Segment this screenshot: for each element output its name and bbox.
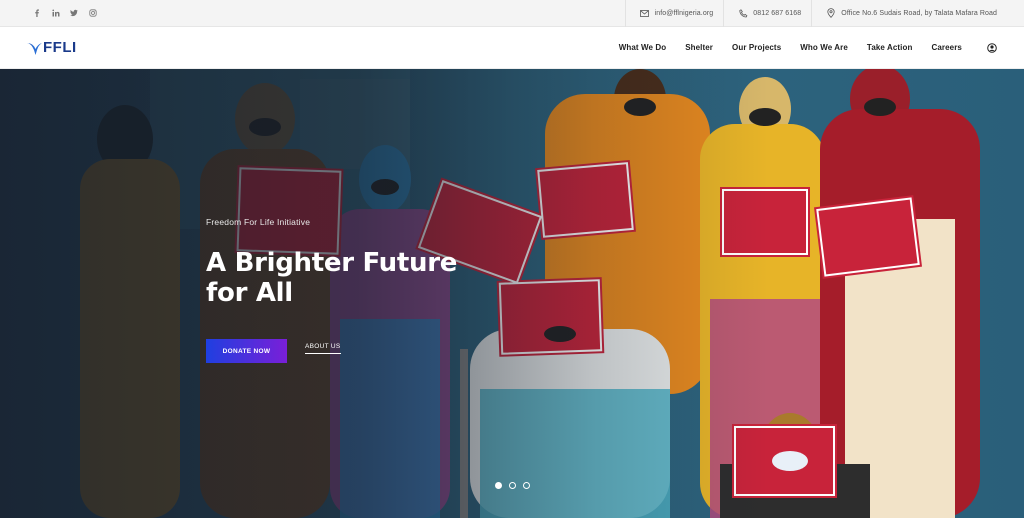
slider-dots xyxy=(495,482,530,489)
nav-item-what-we-do[interactable]: What We Do xyxy=(619,43,667,52)
facebook-icon[interactable] xyxy=(28,4,47,22)
about-us-link[interactable]: ABOUT US xyxy=(305,343,341,354)
contact-email[interactable]: info@fflnigeria.org xyxy=(624,0,724,27)
main-navigation: FFLI What We Do Shelter Our Projects Who… xyxy=(0,27,1024,69)
site-logo[interactable]: FFLI xyxy=(0,27,77,69)
hero-headline-line1: A Brighter Future xyxy=(206,248,458,278)
slider-dot-2[interactable] xyxy=(509,482,516,489)
nav-item-our-projects[interactable]: Our Projects xyxy=(732,43,781,52)
linkedin-icon[interactable] xyxy=(47,4,66,22)
twitter-icon[interactable] xyxy=(65,4,84,22)
hero-eyebrow: Freedom For Life Initiative xyxy=(206,217,311,227)
nav-item-careers[interactable]: Careers xyxy=(931,43,962,52)
instagram-icon[interactable] xyxy=(84,4,103,22)
top-bar: info@fflnigeria.org 0812 687 6168 Office… xyxy=(0,0,1024,27)
hero-headline-line2: for All xyxy=(206,278,293,308)
email-text: info@fflnigeria.org xyxy=(654,9,714,17)
hero-content: Freedom For Life Initiative A Brighter F… xyxy=(206,217,536,363)
donate-now-button[interactable]: DONATE NOW xyxy=(206,339,287,363)
contact-address: Office No.6 Sudais Road, by Talata Mafar… xyxy=(811,0,1024,27)
location-pin-icon xyxy=(826,8,836,18)
logo-text: FFLI xyxy=(43,39,77,56)
hero-slider: Freedom For Life Initiative A Brighter F… xyxy=(0,69,1024,518)
nav-item-who-we-are[interactable]: Who We Are xyxy=(800,43,848,52)
logo-wing-icon xyxy=(27,42,42,55)
slider-dot-1[interactable] xyxy=(495,482,502,489)
user-account-icon[interactable] xyxy=(986,42,998,54)
phone-icon xyxy=(738,8,748,18)
address-text: Office No.6 Sudais Road, by Talata Mafar… xyxy=(841,9,997,17)
contact-info: info@fflnigeria.org 0812 687 6168 Office… xyxy=(624,0,1024,27)
slider-dot-3[interactable] xyxy=(523,482,530,489)
nav-item-take-action[interactable]: Take Action xyxy=(867,43,913,52)
social-links xyxy=(0,4,102,22)
nav-menu: What We Do Shelter Our Projects Who We A… xyxy=(619,27,1024,69)
nav-item-shelter[interactable]: Shelter xyxy=(685,43,713,52)
contact-phone[interactable]: 0812 687 6168 xyxy=(723,0,811,27)
envelope-icon xyxy=(640,8,650,18)
hero-cta-row: DONATE NOW ABOUT US xyxy=(206,339,536,363)
hero-headline: A Brighter Future for All xyxy=(206,248,536,308)
phone-text: 0812 687 6168 xyxy=(753,9,802,17)
